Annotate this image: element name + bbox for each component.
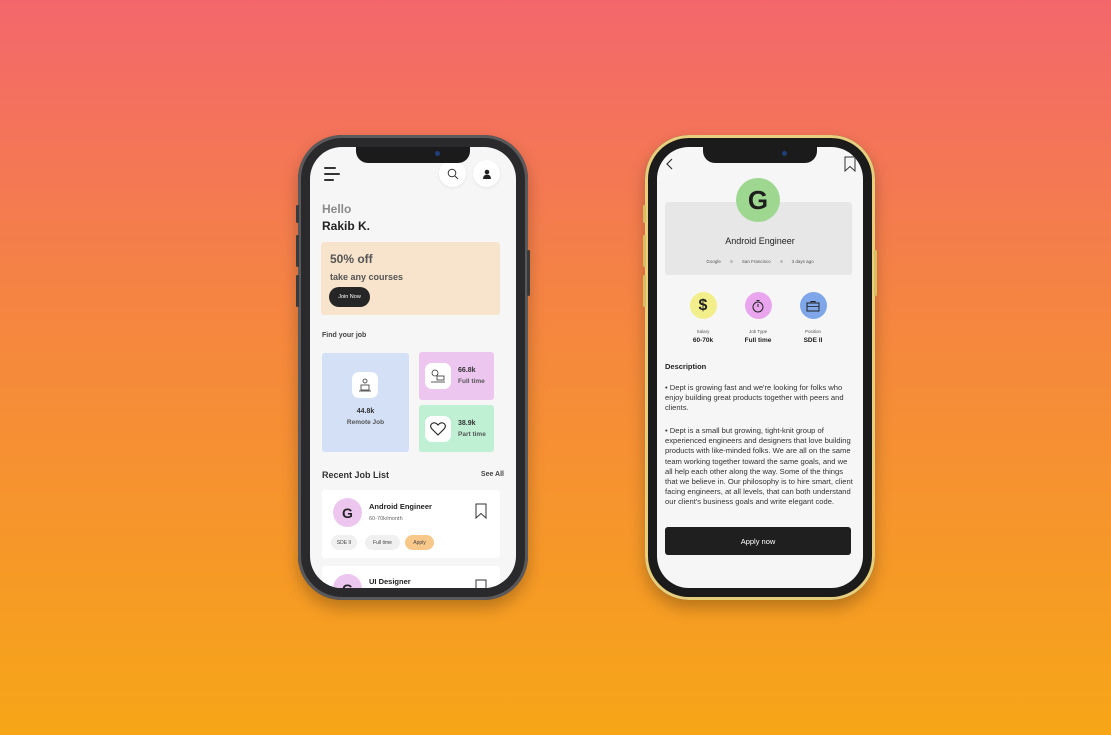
part-time-card[interactable]: 38.9k Part time [419, 405, 494, 452]
job-location: San Francisco [741, 259, 771, 264]
job-card[interactable]: G Android Engineer 60-70k/month SDE II F… [322, 490, 500, 558]
stopwatch-icon [744, 292, 772, 319]
job-type-stat: Job Type Full time [738, 292, 778, 344]
mute-switch [643, 205, 646, 223]
home-screen: Hello Rakib K. 50% off take any courses … [310, 147, 516, 588]
part-time-count: 38.9k [458, 420, 476, 427]
description-title: Description [665, 362, 707, 371]
phone-home: Hello Rakib K. 50% off take any courses … [296, 135, 530, 600]
full-time-count: 66.8k [458, 367, 476, 374]
position-value: SDE II [803, 337, 823, 344]
job-detail-screen: G Android Engineer Google San Francisco … [657, 147, 863, 588]
recent-job-list-title: Recent Job List [322, 470, 390, 480]
job-pay: 60-70k/month [369, 516, 403, 522]
remote-job-card[interactable]: 44.8k Remote Job [322, 353, 409, 452]
see-all-link[interactable]: See All [481, 471, 504, 478]
separator-dot [779, 260, 783, 263]
notch [356, 147, 470, 163]
position-stat: Position SDE II [793, 292, 833, 344]
description-paragraph: • Dept is a small but growing, tight-kni… [665, 426, 853, 507]
phone-job-detail: G Android Engineer Google San Francisco … [643, 135, 877, 600]
tag-job-type: Full time [365, 535, 400, 550]
notch [703, 147, 817, 163]
find-job-label: Find your job [322, 332, 367, 339]
salary-value: 60-70k [692, 337, 714, 344]
greeting: Hello [322, 202, 352, 216]
remote-work-icon [352, 372, 378, 398]
company-name: Google [706, 259, 721, 264]
job-title: UI Designer [369, 577, 411, 586]
separator-dot [729, 260, 733, 263]
company-logo: G [736, 178, 780, 222]
bookmark-icon[interactable] [844, 156, 856, 172]
volume-up-button [296, 235, 299, 267]
apply-now-button[interactable]: Apply now [665, 527, 851, 555]
job-title: Android Engineer [369, 502, 432, 511]
mute-switch [296, 205, 299, 223]
company-logo: G [333, 574, 362, 588]
salary-stat: $ Salary 60-70k [683, 292, 723, 344]
heart-icon [425, 416, 451, 442]
full-time-card[interactable]: 66.8k Full time [419, 352, 494, 400]
tag-position: SDE II [331, 535, 357, 550]
job-type-label: Job Type [748, 329, 768, 334]
salary-label: Salary [696, 329, 710, 334]
search-icon [447, 168, 458, 179]
user-icon [482, 169, 491, 179]
power-button [874, 250, 877, 296]
company-logo: G [333, 498, 362, 527]
position-label: Position [804, 329, 821, 334]
part-time-label: Part time [458, 431, 486, 438]
menu-icon[interactable] [324, 167, 340, 181]
power-button [527, 250, 530, 296]
dollar-icon: $ [689, 292, 717, 319]
briefcase-icon [799, 292, 827, 319]
bookmark-icon[interactable] [475, 579, 487, 588]
user-name: Rakib K. [322, 219, 371, 233]
full-time-icon [425, 363, 451, 389]
description-paragraph: • Dept is growing fast and we're looking… [665, 383, 844, 413]
join-now-button[interactable]: Join Now [329, 287, 370, 307]
job-type-value: Full time [744, 337, 772, 344]
profile-button[interactable] [473, 160, 500, 187]
apply-chip[interactable]: Apply [405, 535, 434, 550]
back-arrow-icon[interactable] [664, 158, 676, 170]
posted-time: 3 days ago [791, 259, 814, 264]
promo-banner: 50% off take any courses Join Now [321, 242, 500, 315]
volume-down-button [643, 275, 646, 307]
search-button[interactable] [439, 160, 466, 187]
full-time-label: Full time [458, 378, 485, 385]
promo-title: 50% off [330, 252, 373, 266]
volume-up-button [643, 235, 646, 267]
bookmark-icon[interactable] [475, 503, 487, 519]
remote-job-count: 44.8k [356, 408, 375, 415]
job-meta: Google San Francisco 3 days ago [657, 259, 863, 264]
job-title: Android Engineer [725, 236, 795, 246]
job-card[interactable]: G UI Designer [322, 566, 500, 588]
volume-down-button [296, 275, 299, 307]
promo-subtitle: take any courses [330, 272, 404, 282]
remote-job-label: Remote Job [346, 419, 385, 426]
